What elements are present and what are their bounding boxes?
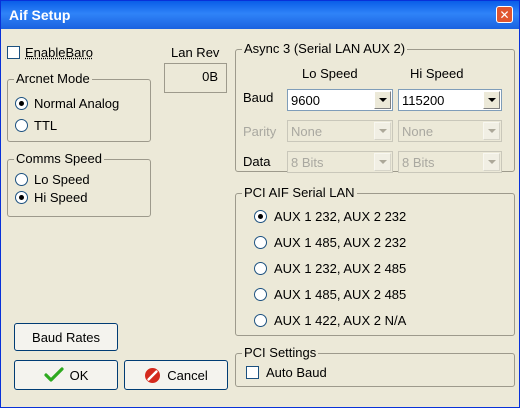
close-button[interactable]: ✕ — [496, 6, 513, 23]
data-label: Data — [243, 154, 271, 169]
chevron-down-icon[interactable] — [483, 91, 500, 109]
data-hi-select[interactable]: 8 Bits — [398, 151, 502, 173]
aux-option-4-label: AUX 1 485, AUX 2 485 — [274, 287, 407, 302]
lan-rev-label: Lan Rev — [171, 45, 220, 60]
aux-option-5-label: AUX 1 422, AUX 2 N/A — [274, 313, 407, 328]
parity-lo-select[interactable]: None — [287, 120, 393, 142]
cancel-label: Cancel — [167, 367, 208, 383]
enable-baro-label: EnableBaro — [25, 45, 93, 60]
radio-aux-option-3[interactable] — [254, 262, 267, 275]
ok-label: OK — [69, 367, 89, 383]
chevron-down-icon[interactable] — [374, 91, 391, 109]
async3-group: Async 3 (Serial LAN AUX 2) Lo Speed Hi S… — [235, 41, 515, 173]
chevron-down-icon[interactable] — [483, 122, 500, 140]
comms-speed-legend: Comms Speed — [14, 151, 104, 167]
baud-hi-value: 115200 — [402, 93, 445, 108]
pci-aif-legend: PCI AIF Serial LAN — [242, 185, 357, 201]
aux-option-3-label: AUX 1 232, AUX 2 485 — [274, 261, 407, 276]
pci-settings-legend: PCI Settings — [242, 345, 319, 361]
radio-normal-analog[interactable] — [15, 97, 28, 110]
auto-baud-checkbox[interactable] — [246, 366, 259, 379]
radio-aux-option-1[interactable] — [254, 210, 267, 223]
ttl-label: TTL — [34, 118, 58, 133]
aux-option-1-label: AUX 1 232, AUX 2 232 — [274, 209, 407, 224]
auto-baud-label: Auto Baud — [266, 365, 327, 380]
parity-label: Parity — [243, 124, 277, 139]
parity-hi-value: None — [402, 124, 434, 139]
data-lo-select[interactable]: 8 Bits — [287, 151, 393, 173]
baud-lo-select[interactable]: 9600 — [287, 89, 393, 111]
parity-hi-select[interactable]: None — [398, 120, 502, 142]
parity-lo-value: None — [291, 124, 323, 139]
cancel-button[interactable]: Cancel — [124, 360, 228, 390]
window-title: Aif Setup — [9, 7, 71, 23]
async3-legend: Async 3 (Serial LAN AUX 2) — [242, 41, 408, 57]
baud-hi-select[interactable]: 115200 — [398, 89, 502, 111]
lo-speed-label: Lo Speed — [34, 172, 90, 187]
baud-lo-value: 9600 — [291, 93, 320, 108]
lo-speed-header: Lo Speed — [302, 66, 358, 81]
comms-speed-group: Comms Speed Lo Speed Hi Speed — [7, 151, 151, 217]
radio-aux-option-4[interactable] — [254, 288, 267, 301]
chevron-down-icon[interactable] — [483, 153, 500, 171]
checkmark-icon — [43, 367, 64, 383]
chevron-down-icon[interactable] — [374, 153, 391, 171]
radio-lo-speed[interactable] — [15, 173, 28, 186]
data-lo-value: 8 Bits — [291, 155, 324, 170]
aif-setup-dialog: Aif Setup ✕ EnableBaro Arcnet Mode Norma… — [0, 0, 520, 408]
hi-speed-label: Hi Speed — [34, 190, 88, 205]
radio-ttl[interactable] — [15, 119, 28, 132]
lan-rev-value: 0B — [164, 63, 227, 93]
ok-button[interactable]: OK — [14, 360, 118, 390]
baud-rates-button[interactable]: Baud Rates — [14, 323, 118, 351]
arcnet-mode-legend: Arcnet Mode — [14, 71, 92, 87]
pci-settings-group: PCI Settings Auto Baud — [235, 345, 515, 387]
radio-hi-speed[interactable] — [15, 191, 28, 204]
aux-option-2-label: AUX 1 485, AUX 2 232 — [274, 235, 407, 250]
pci-aif-serial-lan-group: PCI AIF Serial LAN AUX 1 232, AUX 2 232 … — [235, 185, 515, 336]
baud-label: Baud — [243, 90, 274, 105]
close-icon: ✕ — [499, 7, 510, 22]
cancel-icon — [144, 367, 161, 384]
arcnet-mode-group: Arcnet Mode Normal Analog TTL — [7, 71, 151, 142]
baud-rates-label: Baud Rates — [32, 329, 100, 345]
title-bar: Aif Setup ✕ — [1, 1, 519, 29]
radio-aux-option-5[interactable] — [254, 314, 267, 327]
enable-baro-checkbox[interactable] — [7, 46, 20, 59]
chevron-down-icon[interactable] — [374, 122, 391, 140]
normal-analog-label: Normal Analog — [34, 96, 120, 111]
radio-aux-option-2[interactable] — [254, 236, 267, 249]
hi-speed-header: Hi Speed — [410, 66, 464, 81]
data-hi-value: 8 Bits — [402, 155, 435, 170]
